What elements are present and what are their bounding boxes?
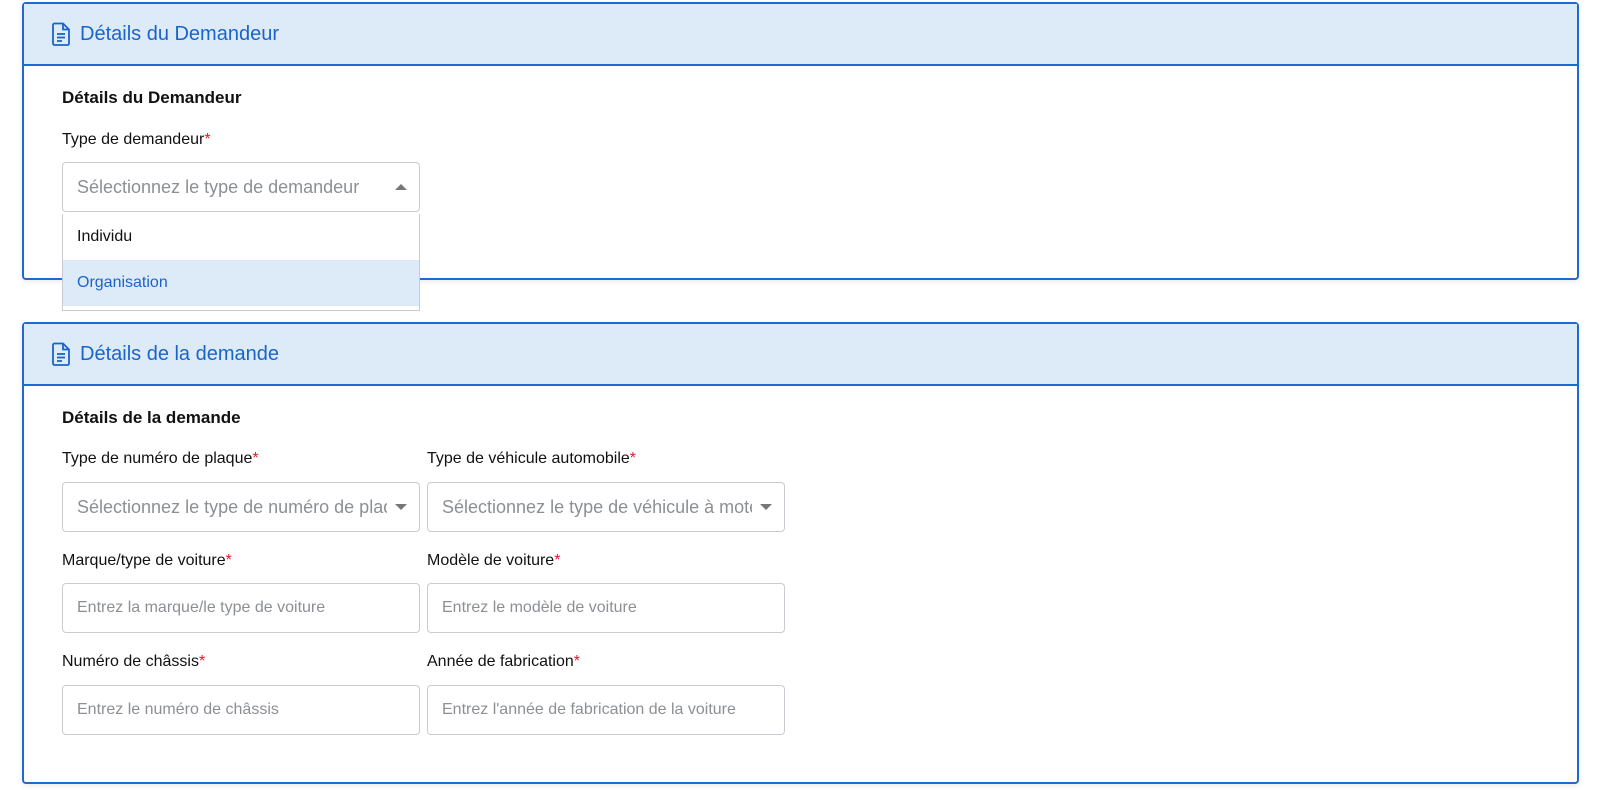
- plate-type-placeholder: Sélectionnez le type de numéro de plaque: [77, 496, 387, 517]
- required-mark: *: [225, 552, 232, 569]
- dropdown-option-organisation[interactable]: Organisation: [63, 260, 419, 306]
- dropdown-option-individu[interactable]: Individu: [63, 214, 419, 260]
- chassis-number-input[interactable]: [77, 701, 407, 719]
- plate-type-select[interactable]: Sélectionnez le type de numéro de plaque: [62, 482, 420, 532]
- applicant-panel-header: Détails du Demandeur: [24, 4, 1577, 66]
- car-make-label: Marque/type de voiture*: [62, 552, 232, 570]
- required-mark: *: [629, 450, 637, 467]
- applicant-section-title: Détails du Demandeur: [62, 88, 242, 107]
- chassis-number-field[interactable]: [62, 685, 420, 735]
- car-make-label-text: Marque/type de voiture: [62, 552, 226, 569]
- manufacture-year-label-text: Année de fabrication: [427, 653, 574, 670]
- car-make-input[interactable]: [77, 599, 407, 617]
- document-icon: [50, 22, 72, 46]
- vehicle-type-select[interactable]: Sélectionnez le type de véhicule à moteu…: [427, 482, 785, 532]
- required-mark: *: [198, 653, 206, 670]
- request-panel-title: Détails de la demande: [80, 342, 280, 365]
- plate-type-label-text: Type de numéro de plaque: [62, 450, 253, 467]
- required-mark: *: [204, 131, 211, 148]
- manufacture-year-field[interactable]: [427, 685, 785, 735]
- applicant-type-label-text: Type de demandeur: [62, 131, 205, 148]
- applicant-type-placeholder: Sélectionnez le type de demandeur: [77, 176, 360, 197]
- applicant-panel-title: Détails du Demandeur: [80, 22, 279, 45]
- applicant-type-label: Type de demandeur*: [62, 131, 211, 149]
- request-section-title: Détails de la demande: [62, 408, 241, 427]
- car-model-field[interactable]: [427, 583, 785, 633]
- vehicle-type-placeholder: Sélectionnez le type de véhicule à moteu…: [442, 496, 752, 517]
- plate-type-label: Type de numéro de plaque*: [62, 450, 259, 468]
- caret-up-icon[interactable]: [395, 184, 407, 190]
- car-model-label-text: Modèle de voiture: [427, 552, 555, 569]
- manufacture-year-input[interactable]: [442, 701, 772, 719]
- applicant-type-select[interactable]: Sélectionnez le type de demandeur: [62, 162, 420, 212]
- car-make-field[interactable]: [62, 583, 420, 633]
- request-details-panel: Détails de la demande Détails de la dema…: [22, 322, 1579, 784]
- required-mark: *: [573, 653, 581, 670]
- manufacture-year-label: Année de fabrication*: [427, 653, 580, 671]
- required-mark: *: [554, 552, 561, 569]
- car-model-label: Modèle de voiture*: [427, 552, 560, 570]
- applicant-type-dropdown: Individu Organisation: [62, 214, 420, 311]
- chassis-number-label-text: Numéro de châssis: [62, 653, 199, 670]
- chevron-down-icon[interactable]: [760, 504, 772, 510]
- vehicle-type-label: Type de véhicule automobile*: [427, 450, 636, 468]
- required-mark: *: [252, 450, 259, 467]
- chassis-number-label: Numéro de châssis*: [62, 653, 205, 671]
- car-model-input[interactable]: [442, 599, 772, 617]
- chevron-down-icon[interactable]: [395, 504, 407, 510]
- document-icon: [50, 342, 72, 366]
- vehicle-type-label-text: Type de véhicule automobile: [427, 450, 630, 467]
- request-panel-header: Détails de la demande: [24, 324, 1577, 386]
